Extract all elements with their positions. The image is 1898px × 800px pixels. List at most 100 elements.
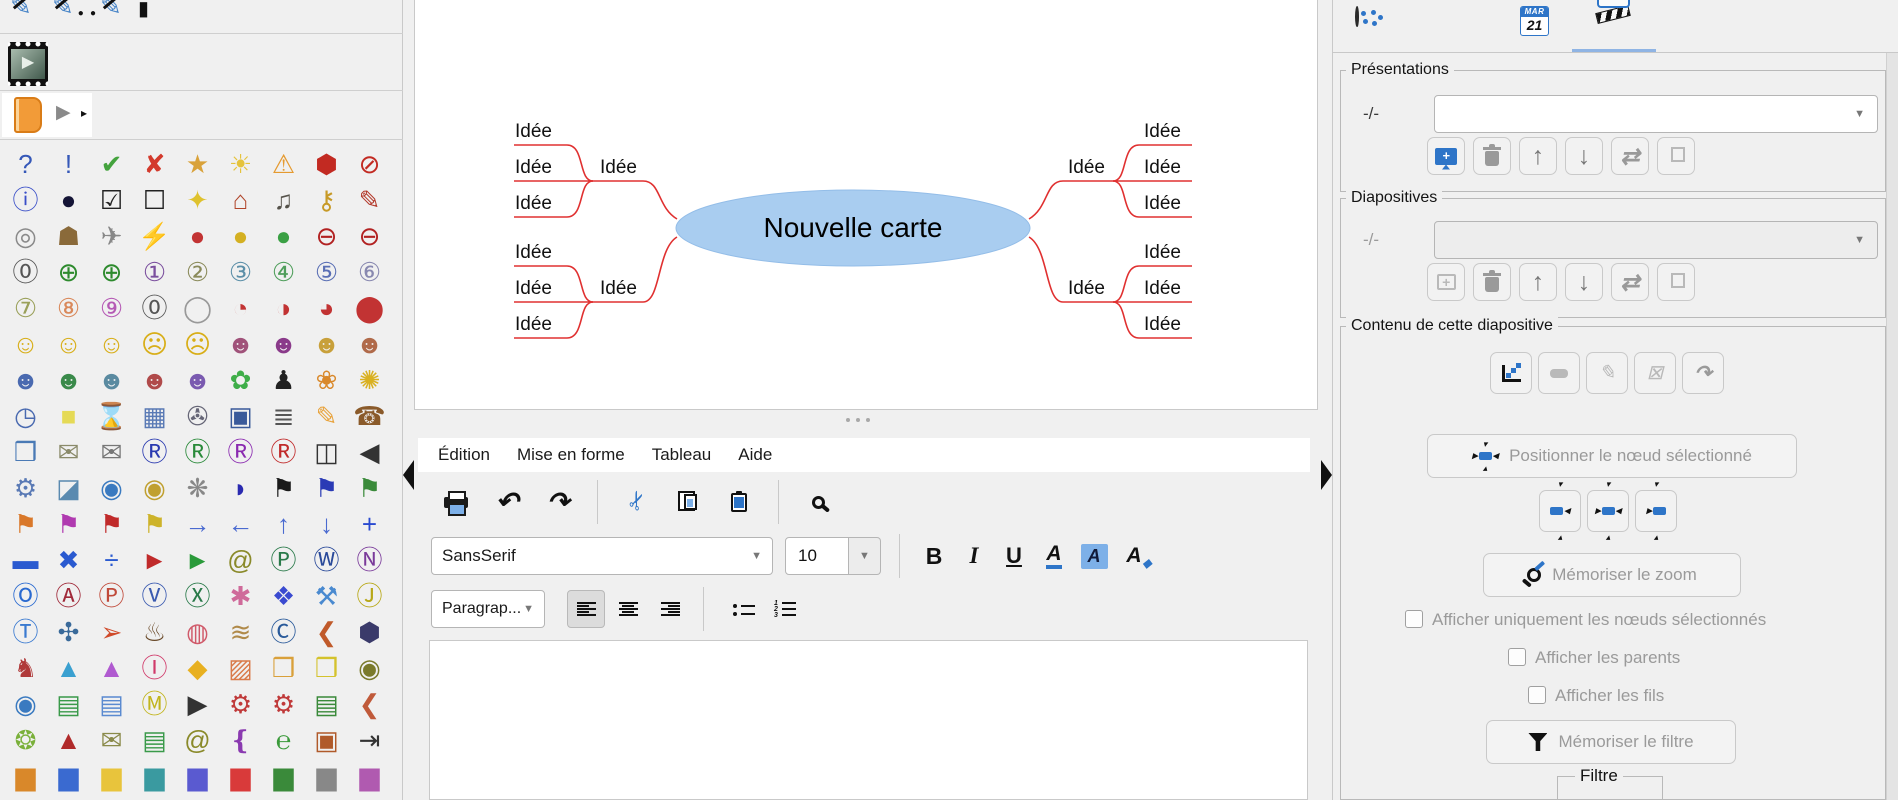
- plus-1-icon[interactable]: ⊕: [47, 254, 90, 290]
- menu-edition[interactable]: Édition: [438, 445, 490, 465]
- italic-button[interactable]: I: [954, 535, 994, 577]
- panel-scrollbar[interactable]: [1886, 53, 1898, 800]
- idea-node[interactable]: Idée: [600, 155, 637, 181]
- node-left-button[interactable]: ◂: [1539, 490, 1581, 532]
- tree-chart-button[interactable]: [1490, 352, 1532, 394]
- position-node-button[interactable]: ▸◂ Positionner le nœud sélectionné: [1427, 434, 1797, 478]
- txt-file-icon[interactable]: ▤: [305, 686, 348, 722]
- excel-icon[interactable]: Ⓧ: [176, 578, 219, 614]
- smiley-oh-icon[interactable]: ☺: [90, 326, 133, 362]
- down-button[interactable]: ↓: [1565, 137, 1603, 175]
- play-green-icon[interactable]: ►: [176, 542, 219, 578]
- swap-button[interactable]: ⇄: [1611, 137, 1649, 175]
- tab-style[interactable]: [1355, 8, 1359, 26]
- plus-2-icon[interactable]: ⊕: [90, 254, 133, 290]
- number-8-icon[interactable]: ⑧: [47, 290, 90, 326]
- hexagon-icon[interactable]: ⬢: [348, 614, 391, 650]
- slides-select[interactable]: ▼: [1434, 221, 1878, 259]
- divide-icon[interactable]: ÷: [90, 542, 133, 578]
- pen-disabled-icon[interactable]: ✎: [10, 0, 32, 22]
- node-right-button[interactable]: ▸: [1635, 490, 1677, 532]
- penguin-icon[interactable]: ♟: [262, 362, 305, 398]
- number-4-icon[interactable]: ④: [262, 254, 305, 290]
- globe-lock-icon[interactable]: ◉: [348, 650, 391, 686]
- png-file-icon[interactable]: ▤: [47, 686, 90, 722]
- menu-aide[interactable]: Aide: [738, 445, 772, 465]
- flag-green-icon[interactable]: ⚑: [348, 470, 391, 506]
- idea-node[interactable]: Idée: [515, 240, 552, 266]
- group-icon[interactable]: ☻: [176, 362, 219, 398]
- arrow-up-icon[interactable]: ↑: [262, 506, 305, 542]
- clip-9-icon[interactable]: ▆: [348, 758, 391, 794]
- remember-zoom-button[interactable]: Mémoriser le zoom: [1483, 553, 1741, 597]
- girl-icon[interactable]: ☻: [305, 326, 348, 362]
- mail-receive-icon[interactable]: ✉: [47, 434, 90, 470]
- checkbox-selected-nodes[interactable]: [1405, 610, 1423, 628]
- font-size-select[interactable]: 10 ▼: [785, 537, 881, 575]
- scroll-icon[interactable]: ≋: [219, 614, 262, 650]
- number-0b-icon[interactable]: ⓪: [133, 290, 176, 326]
- globe-icon[interactable]: ◉: [90, 470, 133, 506]
- post-it-icon[interactable]: ■: [47, 398, 90, 434]
- bullet-list-button[interactable]: [718, 590, 756, 628]
- folder-open-icon[interactable]: ❒: [4, 434, 47, 470]
- folder-shared-icon[interactable]: ❒: [305, 650, 348, 686]
- root-node[interactable]: Nouvelle carte: [693, 209, 1013, 247]
- hourglass-icon[interactable]: ⌛: [90, 398, 133, 434]
- person-icon[interactable]: ☻: [348, 326, 391, 362]
- dot-pen-icon[interactable]: ✎: [100, 0, 122, 22]
- java-icon[interactable]: ♨: [133, 614, 176, 650]
- tab-calendar[interactable]: MAR 21: [1520, 6, 1549, 36]
- idea-node[interactable]: Idée: [1144, 276, 1181, 302]
- undo-button[interactable]: ↶: [489, 481, 525, 523]
- python-icon[interactable]: ✣: [47, 614, 90, 650]
- cmd-file-icon[interactable]: ⚙: [219, 686, 262, 722]
- print-button[interactable]: [438, 481, 474, 523]
- butterfly-icon[interactable]: ❀: [305, 362, 348, 398]
- sphere-icon[interactable]: ❂: [4, 722, 47, 758]
- warning-icon[interactable]: ⚠: [262, 146, 305, 182]
- xsd-file-icon[interactable]: ❖: [262, 578, 305, 614]
- markdown-icon[interactable]: Ⓜ: [133, 686, 176, 722]
- doc-globe-icon[interactable]: ▤: [90, 686, 133, 722]
- node-pill-button[interactable]: [1538, 352, 1580, 394]
- note-text-area[interactable]: [429, 640, 1308, 800]
- mindmap-icon[interactable]: ❋: [176, 470, 219, 506]
- music-icon[interactable]: ♫: [262, 182, 305, 218]
- calendar-icon[interactable]: ▦: [133, 398, 176, 434]
- down-button[interactable]: ↓: [1565, 263, 1603, 301]
- home-icon[interactable]: ⌂: [219, 182, 262, 218]
- video-icon[interactable]: ◫: [305, 434, 348, 470]
- phone-icon[interactable]: ☎: [348, 398, 391, 434]
- progress-75-icon[interactable]: ◕: [305, 290, 348, 326]
- number-3-icon[interactable]: ③: [219, 254, 262, 290]
- paste-button[interactable]: [721, 481, 757, 523]
- font-color-button[interactable]: A: [1034, 535, 1074, 577]
- play-red-icon[interactable]: ►: [133, 542, 176, 578]
- idea-bulb-icon[interactable]: ☀: [219, 146, 262, 182]
- at-sign-2-icon[interactable]: @: [176, 722, 219, 758]
- at-sign-icon[interactable]: @: [219, 542, 262, 578]
- jump-node-button[interactable]: ↷: [1682, 352, 1724, 394]
- stop-sign-icon[interactable]: ⬢: [305, 146, 348, 182]
- progress-0-icon[interactable]: ◯: [176, 290, 219, 326]
- swap-button[interactable]: ⇄: [1611, 263, 1649, 301]
- publisher-icon[interactable]: Ⓟ: [262, 542, 305, 578]
- selected-icon-cell[interactable]: ▶ ▸: [2, 93, 92, 137]
- paperclip-icon[interactable]: ✇: [176, 398, 219, 434]
- clip-2-icon[interactable]: ▆: [47, 758, 90, 794]
- png-file-2-icon[interactable]: ▤: [133, 722, 176, 758]
- exe-file-icon[interactable]: ▣: [305, 722, 348, 758]
- checkbox-show-children[interactable]: [1528, 686, 1546, 704]
- smiley-sad-icon[interactable]: ☹: [176, 326, 219, 362]
- access-icon[interactable]: Ⓐ: [47, 578, 90, 614]
- audio-icon[interactable]: ◀: [348, 434, 391, 470]
- affinity-designer-icon[interactable]: ▲: [47, 650, 90, 686]
- json-file-icon[interactable]: ❴: [219, 722, 262, 758]
- briefcase-icon[interactable]: ▣: [219, 398, 262, 434]
- search-button[interactable]: [800, 481, 836, 523]
- c-lang-icon[interactable]: Ⓒ: [262, 614, 305, 650]
- clip-8-icon[interactable]: ▆: [305, 758, 348, 794]
- ok-icon[interactable]: ✔: [90, 146, 133, 182]
- rocket-icon[interactable]: ✈: [90, 218, 133, 254]
